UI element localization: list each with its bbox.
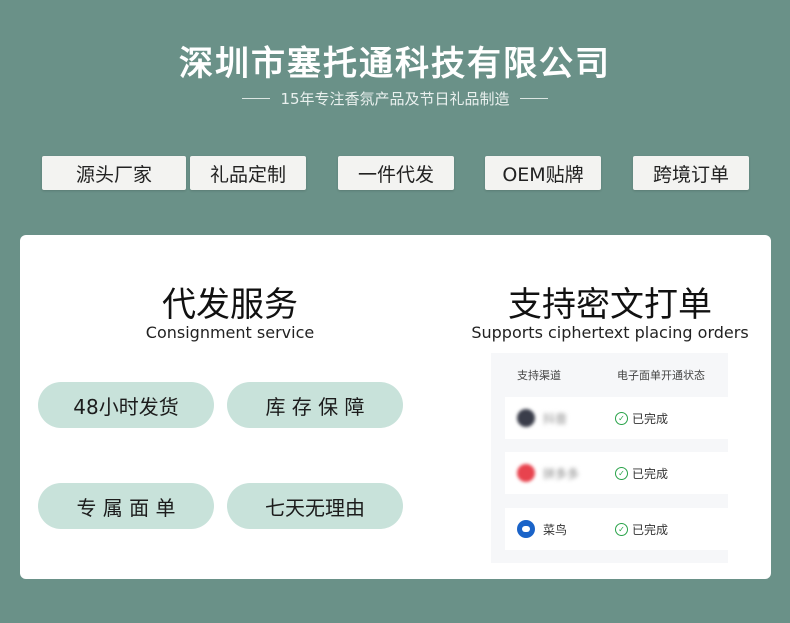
col-status: 电子面单开通状态 [617, 369, 705, 382]
check-circle-icon: ✓ [615, 523, 628, 536]
status-cell: ✓ 已完成 [615, 521, 668, 538]
status-text: 已完成 [632, 467, 669, 481]
status-cell: ✓ 已完成 [615, 410, 668, 427]
divider-left [242, 98, 271, 99]
pill-7day-return: 七天无理由 [227, 483, 403, 529]
tag-crossborder[interactable]: 跨境订单 [633, 156, 749, 190]
table-row: 菜鸟 ✓ 已完成 [505, 508, 728, 550]
tag-row: 源头厂家 礼品定制 一件代发 OEM贴牌 跨境订单 [0, 156, 790, 192]
cainiao-logo-icon [517, 520, 535, 538]
pill-exclusive-waybill: 专 属 面 单 [38, 483, 214, 529]
status-text: 已完成 [632, 523, 669, 537]
tag-gift-custom[interactable]: 礼品定制 [190, 156, 306, 190]
check-circle-icon: ✓ [615, 467, 628, 480]
pill-48h-shipping: 48小时发货 [38, 382, 214, 428]
company-title: 深圳市塞托通科技有限公司 [179, 44, 611, 84]
right-subtitle: Supports ciphertext placing orders [471, 323, 749, 342]
tag-dropship[interactable]: 一件代发 [338, 156, 454, 190]
table-row: 抖音 ✓ 已完成 [505, 397, 728, 439]
status-text: 已完成 [632, 412, 669, 426]
divider-right [519, 98, 548, 99]
col-channel: 支持渠道 [517, 369, 561, 382]
tagline-text: 15年专注香氛产品及节日礼品制造 [280, 90, 510, 108]
left-title: 代发服务 [162, 285, 298, 325]
tag-source-factory[interactable]: 源头厂家 [42, 156, 186, 190]
table-header: 支持渠道 电子面单开通状态 [491, 353, 728, 393]
tagline: 15年专注香氛产品及节日礼品制造 [0, 88, 790, 109]
table-row: 拼多多 ✓ 已完成 [505, 452, 728, 494]
channel-name: 抖音 [543, 412, 568, 426]
pill-stock-guarantee: 库 存 保 障 [227, 382, 403, 428]
left-subtitle: Consignment service [145, 323, 315, 342]
tag-oem[interactable]: OEM贴牌 [485, 156, 601, 190]
blurred-logo-icon [517, 409, 535, 427]
channel-name: 拼多多 [543, 467, 580, 481]
service-card: 代发服务 Consignment service 48小时发货 库 存 保 障 … [20, 235, 771, 579]
channel-table: 支持渠道 电子面单开通状态 抖音 ✓ 已完成 拼多多 ✓ 已完成 菜鸟 ✓ 已完… [491, 353, 728, 563]
blurred-logo-icon [517, 464, 535, 482]
check-circle-icon: ✓ [615, 412, 628, 425]
channel-name: 菜鸟 [543, 523, 568, 537]
right-title: 支持密文打单 [508, 285, 712, 325]
status-cell: ✓ 已完成 [615, 465, 668, 482]
